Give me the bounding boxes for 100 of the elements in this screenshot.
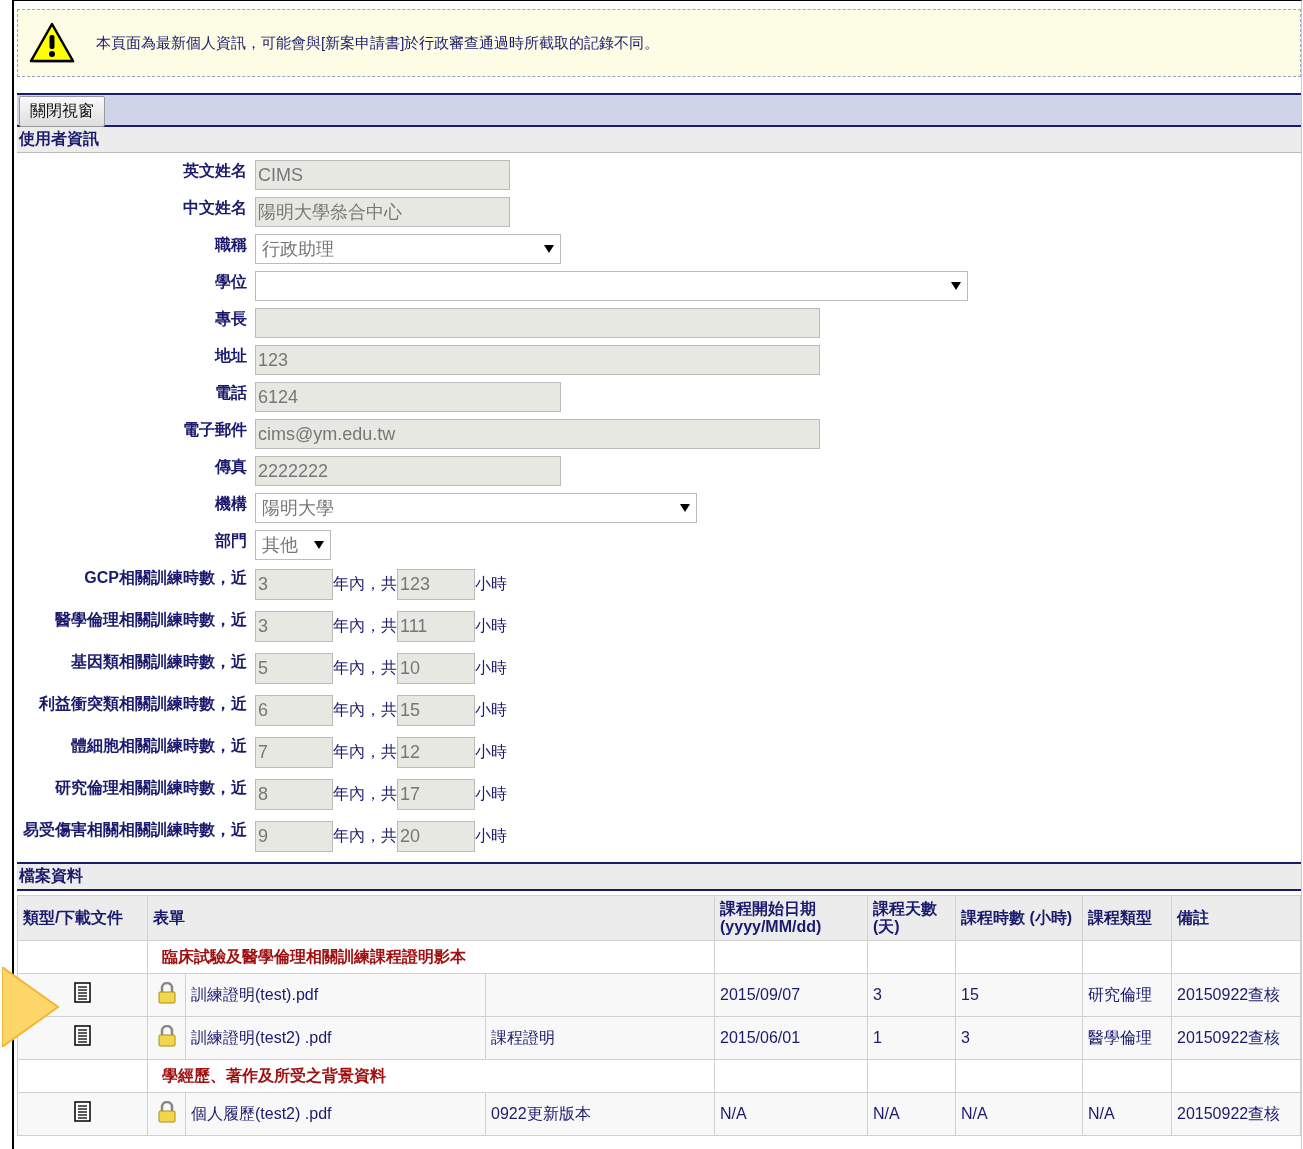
years-field[interactable]: 3 [255,569,333,600]
field-label: 電子郵件 [182,420,247,440]
unit-text: 小時 [475,742,507,762]
unit-text: 小時 [475,784,507,804]
field-label: 傳真 [213,457,247,477]
warning-icon [28,21,76,65]
hours-field[interactable]: 111 [397,611,475,642]
column-header: 課程類型 [1082,895,1172,941]
notice-text: 本頁面為最新個人資訊，可能會與[新案申請書]於行政審查通過時所截取的記錄不同。 [96,33,660,53]
document-icon[interactable] [73,981,92,1004]
field-label: 電話 [214,383,247,403]
select-field[interactable]: 行政助理 [255,234,561,264]
years-field[interactable]: 7 [255,737,333,768]
table-cell: N/A [867,1092,956,1136]
file-link[interactable]: 訓練證明(test2) .pdf [185,1016,486,1060]
field-text: 年內，共 [333,616,397,636]
table-cell: 醫學倫理 [1082,1016,1172,1060]
table-cell: 20150922查核 [1171,973,1301,1017]
field-text: 年內，共 [333,742,397,762]
field-label: 易受傷害相關相關訓練時數，近 [22,820,247,840]
close-window-button[interactable]: 關閉視窗 [19,96,105,127]
field-label: 機構 [214,494,247,514]
column-header: 課程開始日期(yyyy/MM/dd) [714,895,868,941]
field-label: GCP相關訓練時數，近 [83,568,247,588]
select-field[interactable]: 其他 [255,530,331,560]
field-label: 地址 [213,346,247,366]
table-cell: 課程證明 [485,1016,715,1060]
field-label: 英文姓名 [182,161,247,181]
table-cell: 20150922查核 [1171,1092,1301,1136]
input-field[interactable]: 2222222 [255,456,561,486]
years-field[interactable]: 3 [255,611,333,642]
lock-icon [156,981,177,1004]
field-label: 學位 [214,272,247,292]
column-header: 表單 [147,895,715,941]
field-label: 研究倫理相關訓練時數，近 [54,778,247,798]
table-cell: 15 [955,973,1083,1017]
unit-text: 小時 [475,574,507,594]
lock-icon [156,1024,177,1047]
hours-field[interactable]: 15 [397,695,475,726]
file-link[interactable]: 訓練證明(test).pdf [185,973,486,1017]
document-icon[interactable] [73,1100,92,1123]
file-link[interactable]: 個人履歷(test2) .pdf [185,1092,486,1136]
hours-field[interactable]: 12 [397,737,475,768]
table-cell: 2015/09/07 [714,973,868,1017]
input-field[interactable]: cims@ym.edu.tw [255,419,820,449]
years-field[interactable]: 9 [255,821,333,852]
field-label: 職稱 [213,235,247,255]
dropdown-caret-icon [544,245,554,253]
category-heading: 學經歷、著作及所受之背景資料 [147,1059,715,1093]
column-header: 備註 [1171,895,1301,941]
field-text: 年內，共 [333,574,397,594]
category-heading: 臨床試驗及醫學倫理相關訓練課程證明影本 [147,940,715,974]
field-label: 專長 [214,309,247,329]
field-text: 年內，共 [333,826,397,846]
hours-field[interactable]: 20 [397,821,475,852]
field-label: 部門 [214,531,247,551]
field-label: 基因類相關訓練時數，近 [70,652,247,672]
years-field[interactable]: 5 [255,653,333,684]
years-field[interactable]: 6 [255,695,333,726]
unit-text: 小時 [475,616,507,636]
table-cell: 0922更新版本 [485,1092,715,1136]
input-field[interactable]: 123 [255,345,820,375]
hours-field[interactable]: 10 [397,653,475,684]
dropdown-caret-icon [951,282,961,290]
section-title: 檔案資料 [17,862,1301,891]
field-text: 年內，共 [333,658,397,678]
field-label: 利益衝突類相關訓練時數，近 [37,694,247,714]
column-header: 課程天數(天) [867,895,956,941]
unit-text: 小時 [475,658,507,678]
years-field[interactable]: 8 [255,779,333,810]
table-cell: 3 [867,973,956,1017]
select-field[interactable]: 陽明大學 [255,493,697,523]
section-title: 使用者資訊 [17,127,1301,153]
lock-icon [156,1100,177,1123]
table-cell: 1 [867,1016,956,1060]
column-header: 課程時數 (小時) [955,895,1083,941]
field-label: 中文姓名 [182,198,247,218]
dropdown-caret-icon [314,541,324,549]
dropdown-caret-icon [680,504,690,512]
table-cell: 3 [955,1016,1083,1060]
input-field[interactable]: 6124 [255,382,561,412]
select-field[interactable] [255,271,968,301]
input-field[interactable]: CIMS [255,160,510,190]
table-cell: 研究倫理 [1082,973,1172,1017]
field-label: 體細胞相關訓練時數，近 [70,736,247,756]
field-text: 年內，共 [333,784,397,804]
hours-field[interactable]: 17 [397,779,475,810]
input-field[interactable] [255,308,820,338]
column-header: 類型/下載文件 [17,895,148,941]
hours-field[interactable]: 123 [397,569,475,600]
table-cell: 2015/06/01 [714,1016,868,1060]
table-cell: N/A [955,1092,1083,1136]
table-cell: N/A [714,1092,868,1136]
table-cell: N/A [1082,1092,1172,1136]
table-cell: 20150922查核 [1171,1016,1301,1060]
input-field[interactable]: 陽明大學叅合中心 [255,197,510,227]
field-label: 醫學倫理相關訓練時數，近 [54,610,247,630]
unit-text: 小時 [475,700,507,720]
document-icon[interactable] [73,1024,92,1047]
unit-text: 小時 [475,826,507,846]
